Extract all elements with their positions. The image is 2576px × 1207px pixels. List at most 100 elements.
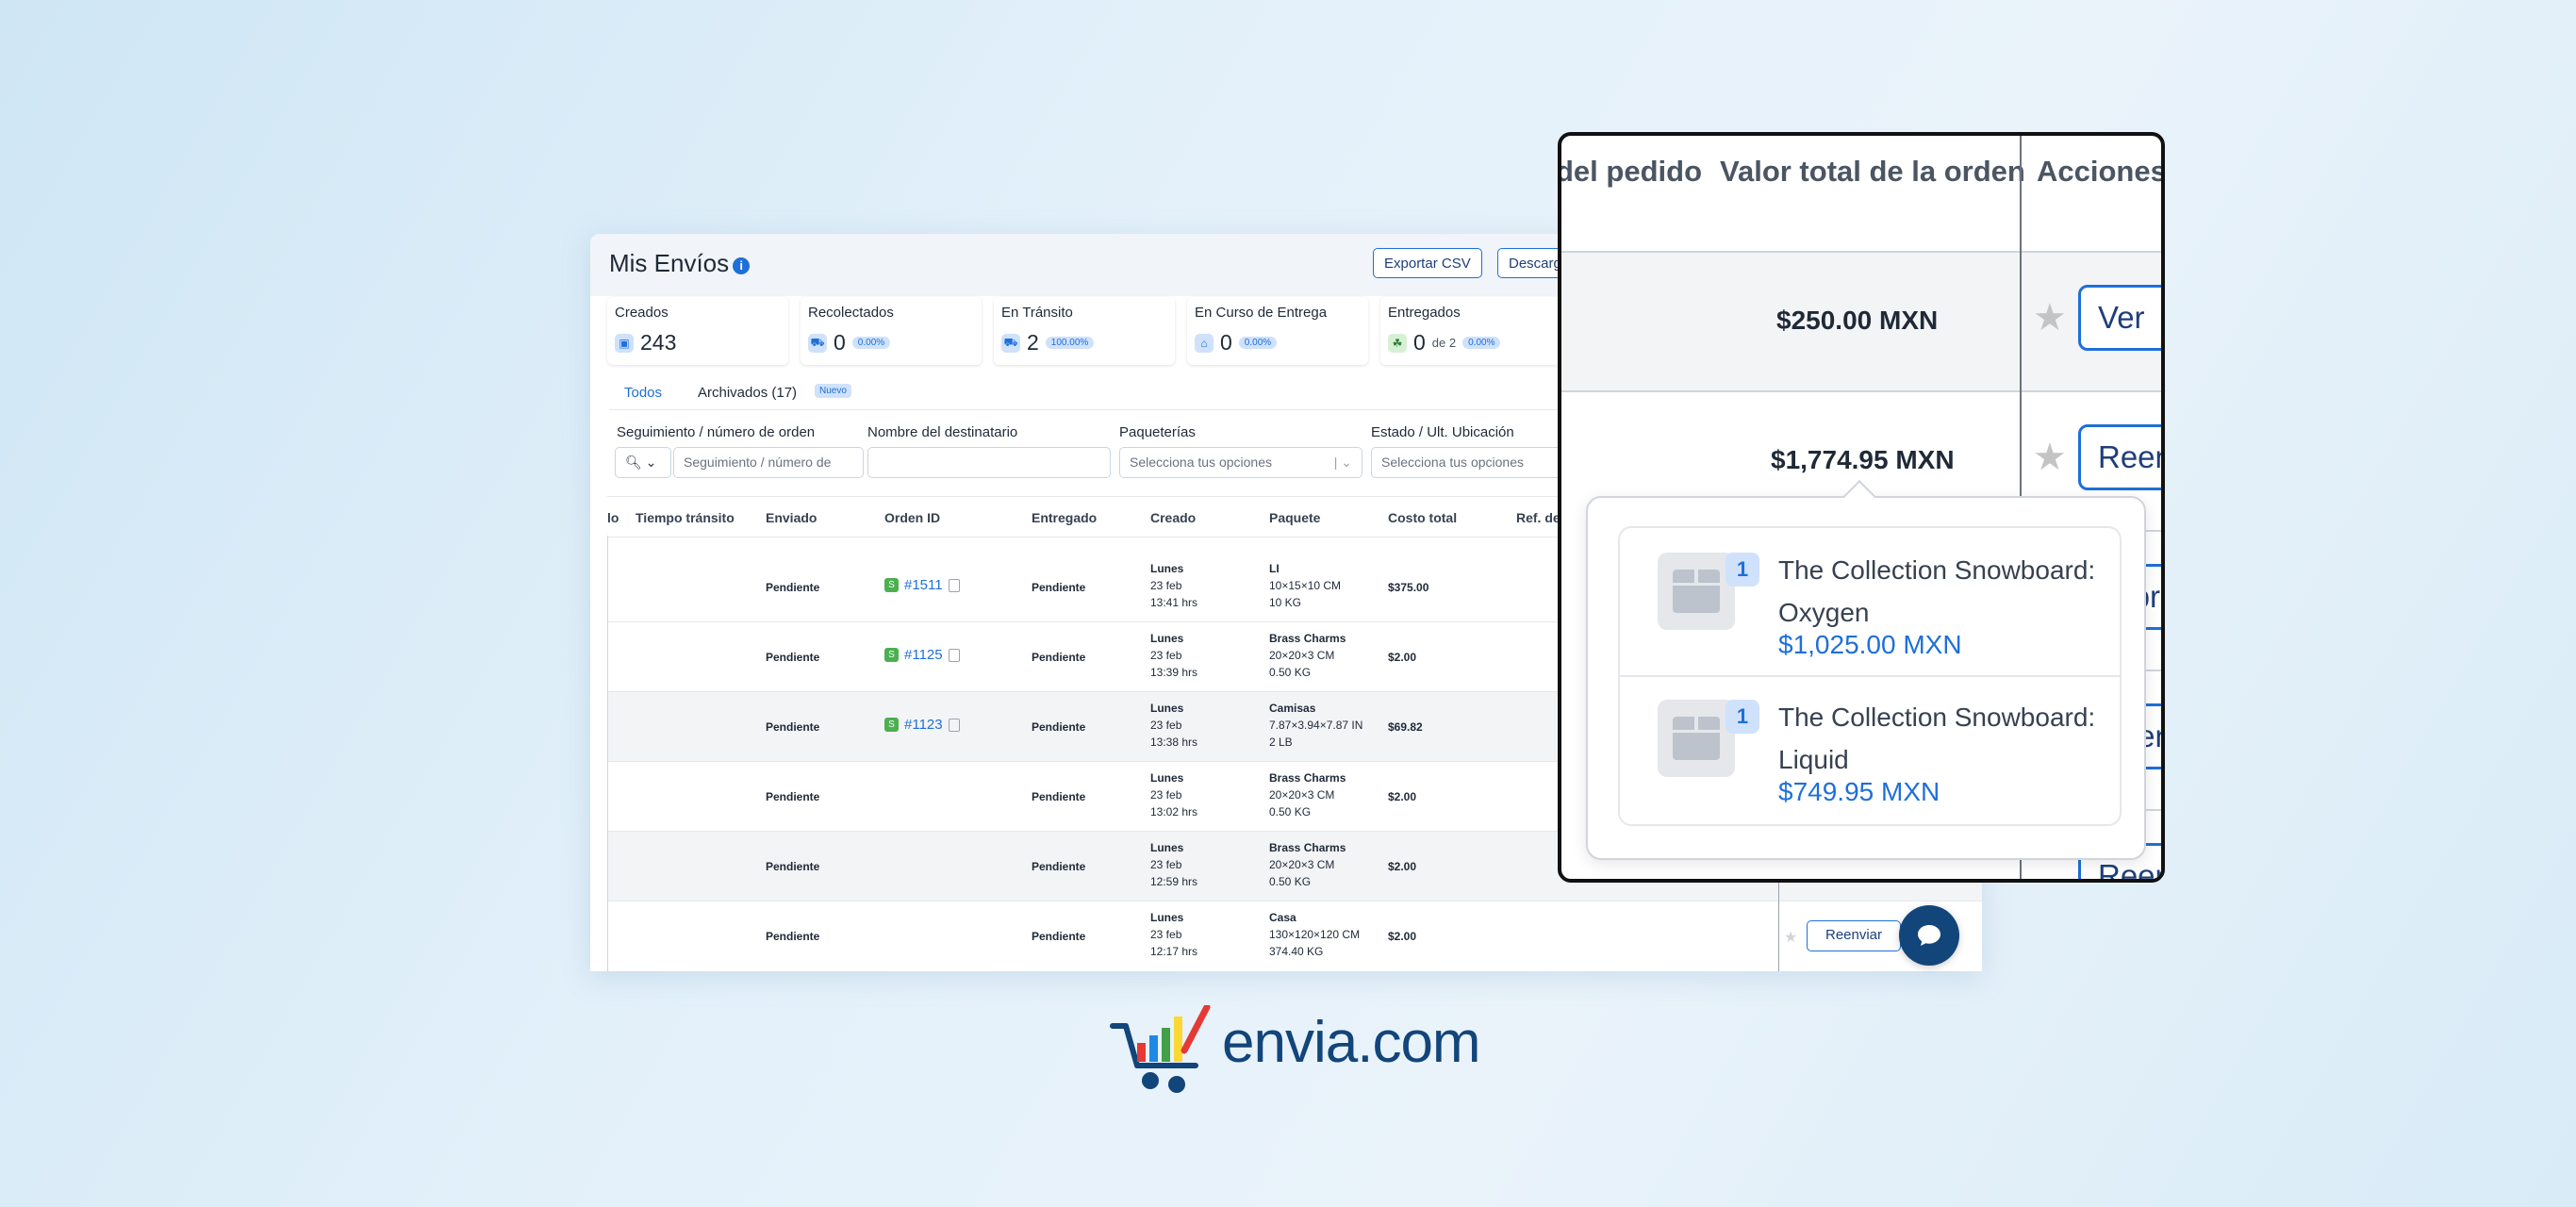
- delivered-status: Pendiente: [1032, 651, 1086, 664]
- package-info: LI 10×15×10 CM 10 KG: [1269, 560, 1341, 611]
- created-day: Lunes: [1150, 771, 1184, 785]
- star-icon[interactable]: ★: [1784, 928, 1797, 947]
- info-icon[interactable]: i: [733, 257, 751, 274]
- carriers-select[interactable]: Selecciona tus opciones | ⌄: [1119, 447, 1362, 478]
- created-time: 13:39 hrs: [1150, 666, 1198, 679]
- col-header[interactable]: Enviado: [766, 510, 817, 525]
- package-weight: 0.50 KG: [1269, 805, 1312, 818]
- star-icon[interactable]: ★: [2033, 296, 2067, 339]
- package-name: Brass Charms: [1269, 632, 1346, 645]
- truck-icon: ⛟: [1001, 333, 1020, 353]
- carriers-label: Paqueterías: [1119, 424, 1196, 440]
- status-label: Estado / Ult. Ubicación: [1371, 424, 1514, 440]
- col-header[interactable]: Creado: [1150, 510, 1196, 525]
- star-icon[interactable]: ★: [2033, 436, 2067, 479]
- col-header[interactable]: lo: [607, 510, 619, 525]
- copy-icon[interactable]: [948, 718, 960, 732]
- page-title-text: Mis Envíos: [609, 249, 730, 277]
- created-date-text: 23 feb: [1150, 928, 1182, 941]
- recipient-input[interactable]: [867, 447, 1111, 478]
- zoom-row-divider: [1561, 251, 2161, 253]
- page-title: Mis Envíos i: [609, 249, 751, 278]
- order-link[interactable]: #1511: [904, 577, 943, 593]
- resend-button[interactable]: Reenviar: [1807, 920, 1901, 951]
- col-header[interactable]: Entregado: [1032, 510, 1097, 525]
- col-header[interactable]: Ref. de: [1516, 510, 1560, 525]
- order-total-value: $250.00 MXN: [1776, 306, 1939, 335]
- sent-status: Pendiente: [766, 651, 820, 664]
- envia-cart-logo-icon: [1110, 1005, 1211, 1093]
- stat-out-for-delivery[interactable]: En Curso de Entrega ⌂ 0 0.00%: [1187, 297, 1368, 365]
- order-id[interactable]: S #1511: [884, 577, 960, 593]
- export-csv-button[interactable]: Exportar CSV: [1373, 248, 1482, 278]
- product-image: [1658, 700, 1735, 777]
- order-id[interactable]: S #1125: [884, 647, 960, 663]
- home-icon: ⌂: [1195, 333, 1214, 353]
- tab-archived[interactable]: Archivados (17): [698, 385, 797, 401]
- resend-button[interactable]: Reenviar: [2078, 424, 2161, 490]
- stat-created[interactable]: Creados ▣ 243: [607, 297, 788, 365]
- box-icon: ▣: [615, 333, 634, 353]
- col-header[interactable]: Orden ID: [884, 510, 940, 525]
- product-price: $749.95 MXN: [1778, 777, 1940, 806]
- col-header[interactable]: Paquete: [1269, 510, 1320, 525]
- stat-collected[interactable]: Recolectados ⛟ 0 0.00%: [801, 297, 982, 365]
- package-info: Camisas 7.87×3.94×7.87 IN 2 LB: [1269, 700, 1362, 751]
- package-dims: 20×20×3 CM: [1269, 858, 1335, 871]
- total-cost: $69.82: [1388, 720, 1423, 734]
- stat-delivered[interactable]: Entregados ☘ 0 de 2 0.00%: [1380, 297, 1561, 365]
- stat-value: 243: [640, 330, 677, 355]
- view-button[interactable]: Ver: [2078, 285, 2161, 351]
- chevron-down-icon: ⌄: [645, 455, 657, 470]
- package-info: Brass Charms 20×20×3 CM 0.50 KG: [1269, 839, 1346, 890]
- search-type-dropdown[interactable]: 🔍︎ ⌄: [615, 447, 671, 478]
- sent-status: Pendiente: [766, 581, 820, 594]
- created-day: Lunes: [1150, 911, 1184, 924]
- quantity-badge: 1: [1726, 700, 1759, 734]
- order-id[interactable]: S #1123: [884, 717, 960, 733]
- tab-all[interactable]: Todos: [624, 385, 662, 401]
- col-header[interactable]: Tiempo tránsito: [636, 510, 735, 525]
- package-info: Brass Charms 20×20×3 CM 0.50 KG: [1269, 630, 1346, 681]
- tracking-label: Seguimiento / número de orden: [617, 424, 816, 440]
- product-name: The Collection Snowboard: Oxygen: [1778, 555, 2096, 627]
- zoom-callout: del pedido Valor total de la orden Accio…: [1558, 132, 2165, 883]
- delivered-status: Pendiente: [1032, 790, 1086, 803]
- order-link[interactable]: #1125: [904, 647, 943, 663]
- package-dims: 20×20×3 CM: [1269, 788, 1335, 802]
- created-time: 13:02 hrs: [1150, 805, 1198, 818]
- order-link[interactable]: #1123: [904, 717, 943, 733]
- total-cost: $375.00: [1388, 581, 1429, 594]
- created-time: 12:17 hrs: [1150, 945, 1198, 958]
- package-dims: 7.87×3.94×7.87 IN: [1269, 719, 1363, 732]
- total-cost: $2.00: [1388, 930, 1417, 943]
- zoom-row-divider: [1561, 390, 2161, 392]
- stat-value: 0: [1220, 330, 1232, 355]
- delivered-status: Pendiente: [1032, 581, 1086, 594]
- carriers-placeholder: Selecciona tus opciones: [1130, 455, 1272, 470]
- stat-value: 0: [834, 330, 846, 355]
- created-date-text: 23 feb: [1150, 649, 1182, 662]
- stat-label: Recolectados: [808, 305, 894, 321]
- order-total-value[interactable]: $1,774.95 MXN: [1771, 445, 1955, 475]
- order-item-card: 1 The Collection Snowboard: Liquid $749.…: [1618, 675, 2122, 826]
- col-header[interactable]: Costo total: [1388, 510, 1457, 525]
- created-date: Lunes 23 feb 13:02 hrs: [1150, 769, 1197, 820]
- stat-percent: 0.00%: [1462, 337, 1501, 349]
- stat-in-transit[interactable]: En Tránsito ⛟ 2 100.00%: [994, 297, 1175, 365]
- created-date: Lunes 23 feb 13:38 hrs: [1150, 700, 1197, 751]
- copy-icon[interactable]: [948, 578, 960, 592]
- tracking-input[interactable]: Seguimiento / número de: [673, 447, 864, 478]
- quantity-badge: 1: [1726, 553, 1759, 587]
- package-name: Brass Charms: [1269, 771, 1346, 785]
- package-weight: 374.40 KG: [1269, 945, 1324, 958]
- package-name: Camisas: [1269, 702, 1316, 715]
- stat-of-total: de 2: [1431, 336, 1457, 350]
- table-row[interactable]: Pendiente Pendiente Lunes 23 feb 12:17 hrs…: [607, 901, 1982, 970]
- package-weight: 0.50 KG: [1269, 875, 1312, 888]
- package-info: Casa 130×120×120 CM 374.40 KG: [1269, 909, 1360, 960]
- chevron-down-icon: | ⌄: [1333, 455, 1352, 470]
- package-dims: 130×120×120 CM: [1269, 928, 1361, 941]
- copy-icon[interactable]: [948, 648, 960, 662]
- chat-button[interactable]: [1899, 905, 1959, 966]
